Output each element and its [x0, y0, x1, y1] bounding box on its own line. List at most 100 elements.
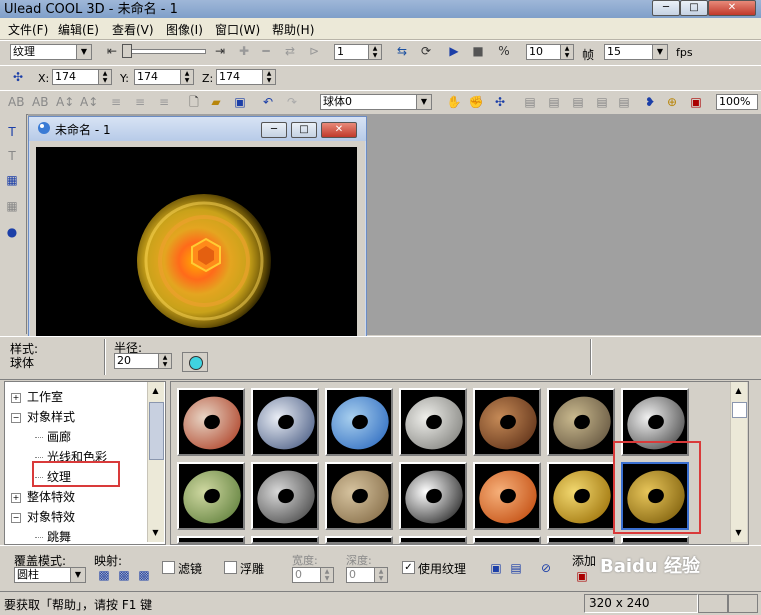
expand-icon[interactable]: + — [11, 392, 21, 403]
timeline-slider[interactable] — [122, 49, 206, 54]
texture-thumbnail-partial[interactable] — [399, 536, 467, 544]
tree-item[interactable]: + 工作室 — [11, 388, 63, 405]
mapping-1-icon[interactable]: ▩ — [96, 567, 112, 583]
loop-icon[interactable]: ⇆ — [394, 43, 410, 59]
graph-icon[interactable]: ▣ — [688, 94, 704, 110]
add-key-icon[interactable]: ✚ — [236, 43, 252, 59]
move-object-icon[interactable]: ✣ — [492, 94, 508, 110]
texture-thumbnail-orange-gloss[interactable] — [473, 462, 541, 530]
text-italic-icon[interactable]: AB — [32, 94, 48, 110]
texture-thumbnail-green-moss[interactable] — [177, 462, 245, 530]
align-left-icon[interactable]: ≡ — [108, 94, 124, 110]
next-key-icon[interactable]: ⊳ — [306, 43, 322, 59]
close-button[interactable]: ✕ — [708, 0, 756, 16]
doc-maximize-button[interactable]: □ — [291, 122, 317, 138]
depth-input[interactable]: 0 ▲ ▼ — [346, 567, 388, 583]
tree-item[interactable]: − 对象样式 — [11, 408, 75, 425]
align-right-icon[interactable]: ≡ — [156, 94, 172, 110]
menu-image[interactable]: 图像(I) — [166, 21, 203, 38]
texture-thumbnail-granite[interactable] — [251, 462, 319, 530]
spin-updown-icon[interactable]: ▲ ▼ — [560, 45, 573, 59]
object-tool-1-icon[interactable]: ▤ — [522, 94, 538, 110]
stop-icon[interactable]: ■ — [470, 43, 486, 59]
object-tool-3-icon[interactable]: ▤ — [570, 94, 586, 110]
pan-hand-icon[interactable]: ✋ — [446, 94, 462, 110]
scroll-thumb[interactable] — [149, 402, 164, 460]
mapping-2-icon[interactable]: ▩ — [116, 567, 132, 583]
tree-item[interactable]: + 整体特效 — [11, 488, 75, 505]
edit-text-icon[interactable]: T — [4, 148, 20, 164]
scroll-down-icon[interactable]: ▼ — [732, 526, 745, 539]
texture-image-icon[interactable]: ▣ — [488, 560, 504, 576]
new-file-icon[interactable]: 🗋 — [186, 94, 202, 110]
menu-file[interactable]: 文件(F) — [8, 21, 48, 38]
texture-thumbnail-partial[interactable] — [473, 536, 541, 544]
zoom-input[interactable]: 100% — [716, 94, 758, 110]
width-input[interactable]: 0 ▲ ▼ — [292, 567, 334, 583]
texture-thumbnail-wicker[interactable] — [473, 388, 541, 456]
color-swatch-button[interactable] — [182, 352, 208, 372]
frame-number-input[interactable]: 1 ▲ ▼ — [334, 44, 382, 60]
texture-thumbnail-water-drops[interactable] — [325, 388, 393, 456]
rewind-icon[interactable]: ⇤ — [104, 43, 120, 59]
x-input[interactable]: 174 ▲ ▼ — [52, 69, 112, 85]
fps-select[interactable]: 15 ▼ — [604, 44, 668, 60]
scroll-down-icon[interactable]: ▼ — [149, 526, 162, 539]
doc-minimize-button[interactable]: ─ — [261, 122, 287, 138]
repeat-icon[interactable]: ⟳ — [418, 43, 434, 59]
add-texture-icon[interactable]: ▣ — [574, 568, 590, 584]
menu-view[interactable]: 查看(V) — [112, 21, 154, 38]
doc-close-button[interactable]: ✕ — [321, 122, 357, 138]
magnifier-icon[interactable]: ⊘ — [538, 560, 554, 576]
radius-input[interactable]: 20 ▲ ▼ — [114, 353, 172, 369]
undo-icon[interactable]: ↶ — [260, 94, 276, 110]
tree-item[interactable]: − 对象特效 — [11, 508, 75, 525]
mapping-3-icon[interactable]: ▩ — [136, 567, 152, 583]
spin-updown-icon[interactable]: ▲ ▼ — [320, 568, 333, 582]
menu-window[interactable]: 窗口(W) — [215, 21, 260, 38]
category-select[interactable]: 纹理 ▼ — [10, 44, 92, 60]
insert-graphic-icon[interactable]: ▦ — [4, 172, 20, 188]
texture-thumbnail-gold-rough[interactable] — [547, 462, 615, 530]
spin-updown-icon[interactable]: ▲ ▼ — [368, 45, 381, 59]
texture-thumbnail-stone-wall[interactable] — [399, 388, 467, 456]
expand-icon[interactable]: + — [11, 492, 21, 503]
collapse-icon[interactable]: − — [11, 412, 21, 423]
tree-item[interactable]: 画廊 — [35, 428, 71, 445]
align-center-icon[interactable]: ≡ — [132, 94, 148, 110]
object-tool-2-icon[interactable]: ▤ — [546, 94, 562, 110]
filter-checkbox[interactable] — [162, 561, 175, 574]
texture-thumbnail-partial[interactable] — [177, 536, 245, 544]
gallery-scrollbar[interactable]: ▲ ▼ — [730, 382, 747, 542]
texture-thumbnail-partial[interactable] — [325, 536, 393, 544]
texture-folder-icon[interactable]: ▤ — [508, 560, 524, 576]
texture-thumbnail-chrome[interactable] — [399, 462, 467, 530]
z-input[interactable]: 174 ▲ ▼ — [216, 69, 276, 85]
reverse-key-icon[interactable]: ⇄ — [282, 43, 298, 59]
texture-thumbnail-rock[interactable] — [547, 388, 615, 456]
texture-thumbnail-partial[interactable] — [621, 536, 689, 544]
object-select[interactable]: 球体0 ▼ — [320, 94, 432, 110]
cover-mode-select[interactable]: 圆柱 ▼ — [14, 567, 86, 583]
edit-graphic-icon[interactable]: ▦ — [4, 198, 20, 214]
emboss-checkbox[interactable] — [224, 561, 237, 574]
collapse-icon[interactable]: − — [11, 512, 21, 523]
spin-updown-icon[interactable]: ▲ ▼ — [180, 70, 193, 84]
scroll-thumb[interactable] — [732, 402, 747, 418]
insert-text-icon[interactable]: T — [4, 124, 20, 140]
globe-icon[interactable]: ⊕ — [664, 94, 680, 110]
remove-key-icon[interactable]: ━ — [258, 43, 274, 59]
texture-thumbnail-burlap[interactable] — [325, 462, 393, 530]
text-height-icon[interactable]: A↕ — [80, 94, 98, 110]
save-icon[interactable]: ▣ — [232, 94, 248, 110]
redo-icon[interactable]: ↷ — [284, 94, 300, 110]
rotate-hand-icon[interactable]: ✊ — [468, 94, 484, 110]
render-viewport[interactable] — [36, 147, 357, 337]
use-texture-checkbox[interactable]: ✓ — [402, 561, 415, 574]
object-tool-5-icon[interactable]: ▤ — [616, 94, 632, 110]
insert-geometry-icon[interactable]: ● — [4, 224, 20, 240]
text-spacing-icon[interactable]: A↕ — [56, 94, 74, 110]
object-tool-4-icon[interactable]: ▤ — [594, 94, 610, 110]
timeline-thumb[interactable] — [122, 44, 132, 58]
menu-edit[interactable]: 编辑(E) — [58, 21, 99, 38]
